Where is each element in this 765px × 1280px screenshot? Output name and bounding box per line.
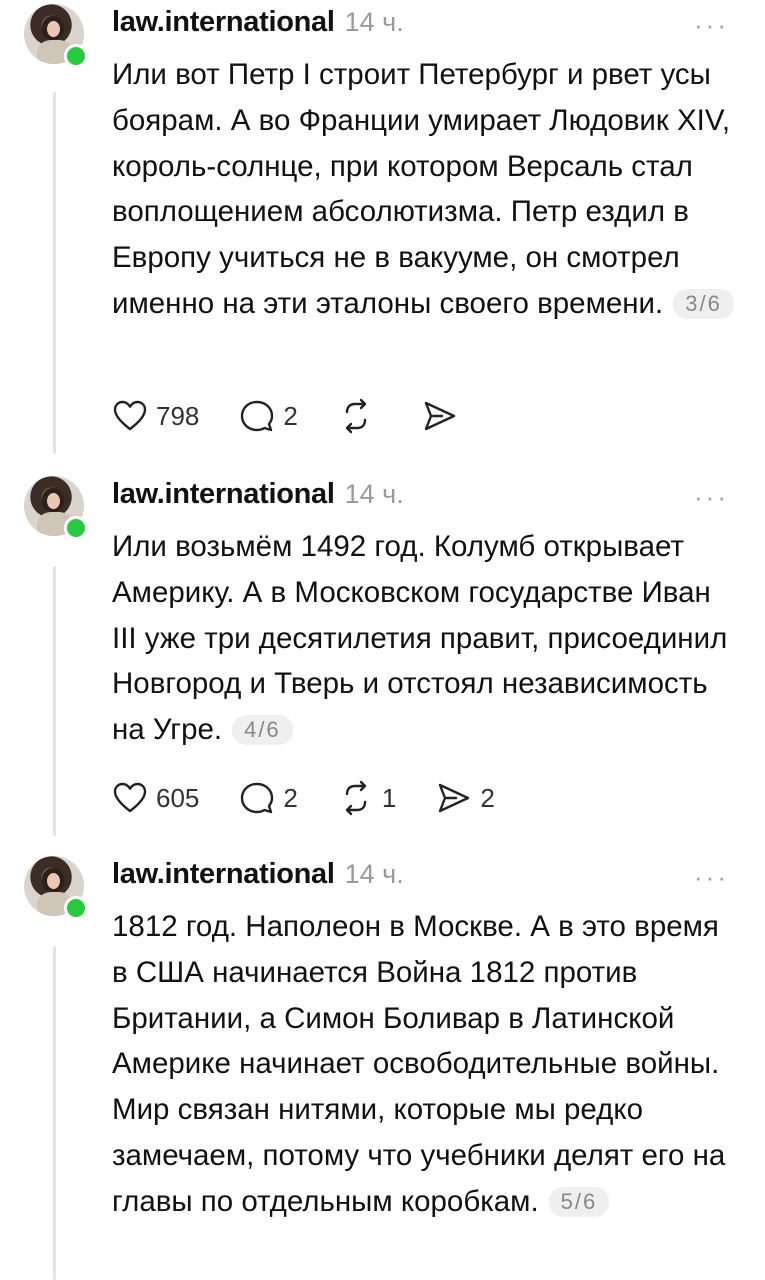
like-button[interactable]: 798 xyxy=(112,398,199,434)
post-time: 14 ч. xyxy=(344,859,404,889)
repost-button[interactable] xyxy=(338,398,382,434)
post-header: law.international 14 ч. xyxy=(112,858,404,891)
post-header: law.international 14 ч. xyxy=(112,478,404,511)
action-bar: 798 2 xyxy=(112,396,506,436)
online-status-dot xyxy=(64,516,88,540)
reply-button[interactable]: 2 xyxy=(239,780,298,816)
reply-count: 2 xyxy=(283,400,298,431)
action-bar: 605 2 1 2 xyxy=(112,778,535,818)
send-icon xyxy=(424,401,456,431)
author-avatar[interactable] xyxy=(24,476,88,540)
thread-feed: law.international 14 ч. ··· Или вот Петр… xyxy=(0,0,765,1280)
post-text: Или возьмём 1492 год. Колумб открывает А… xyxy=(112,524,742,753)
author-avatar[interactable] xyxy=(24,4,88,68)
thread-connector xyxy=(53,946,56,1280)
post-text: 1812 год. Наполеон в Москве. А в это вре… xyxy=(112,904,742,1225)
share-count: 2 xyxy=(480,782,495,813)
send-icon xyxy=(439,783,470,813)
repost-icon xyxy=(345,398,367,434)
like-count: 798 xyxy=(156,400,200,431)
comment-icon xyxy=(241,400,274,432)
heart-icon xyxy=(113,400,147,431)
heart-icon xyxy=(113,782,147,813)
post-body: Или вот Петр I строит Петербург и рвет у… xyxy=(112,58,731,320)
post-body: Или возьмём 1492 год. Колумб открывает А… xyxy=(112,530,728,747)
share-button[interactable] xyxy=(422,398,466,434)
post-header: law.international 14 ч. xyxy=(112,6,404,39)
more-options-icon[interactable]: ··· xyxy=(694,482,729,513)
online-status-dot xyxy=(64,896,88,920)
repost-icon xyxy=(345,780,367,816)
thread-counter: 4/6 xyxy=(232,715,293,746)
online-status-dot xyxy=(64,44,88,68)
post-time: 14 ч. xyxy=(344,479,404,509)
post-time: 14 ч. xyxy=(344,7,404,37)
thread-connector xyxy=(53,92,56,454)
post-body: 1812 год. Наполеон в Москве. А в это вре… xyxy=(112,910,726,1218)
repost-count: 1 xyxy=(381,782,397,813)
share-button[interactable]: 2 xyxy=(436,780,495,816)
username[interactable]: law.international xyxy=(112,478,335,511)
repost-button[interactable]: 1 xyxy=(338,780,396,816)
thread-counter: 5/6 xyxy=(548,1186,610,1217)
comment-icon xyxy=(241,782,274,814)
thread-connector xyxy=(53,566,56,836)
author-avatar[interactable] xyxy=(24,856,88,920)
reply-count: 2 xyxy=(283,782,298,813)
username[interactable]: law.international xyxy=(112,858,335,891)
reply-button[interactable]: 2 xyxy=(239,398,298,434)
thread-counter: 3/6 xyxy=(673,288,734,319)
like-count: 605 xyxy=(156,782,200,813)
like-button[interactable]: 605 xyxy=(112,780,199,816)
more-options-icon[interactable]: ··· xyxy=(694,10,729,41)
post-text: Или вот Петр I строит Петербург и рвет у… xyxy=(112,52,742,327)
username[interactable]: law.international xyxy=(112,6,335,39)
more-options-icon[interactable]: ··· xyxy=(694,862,729,893)
